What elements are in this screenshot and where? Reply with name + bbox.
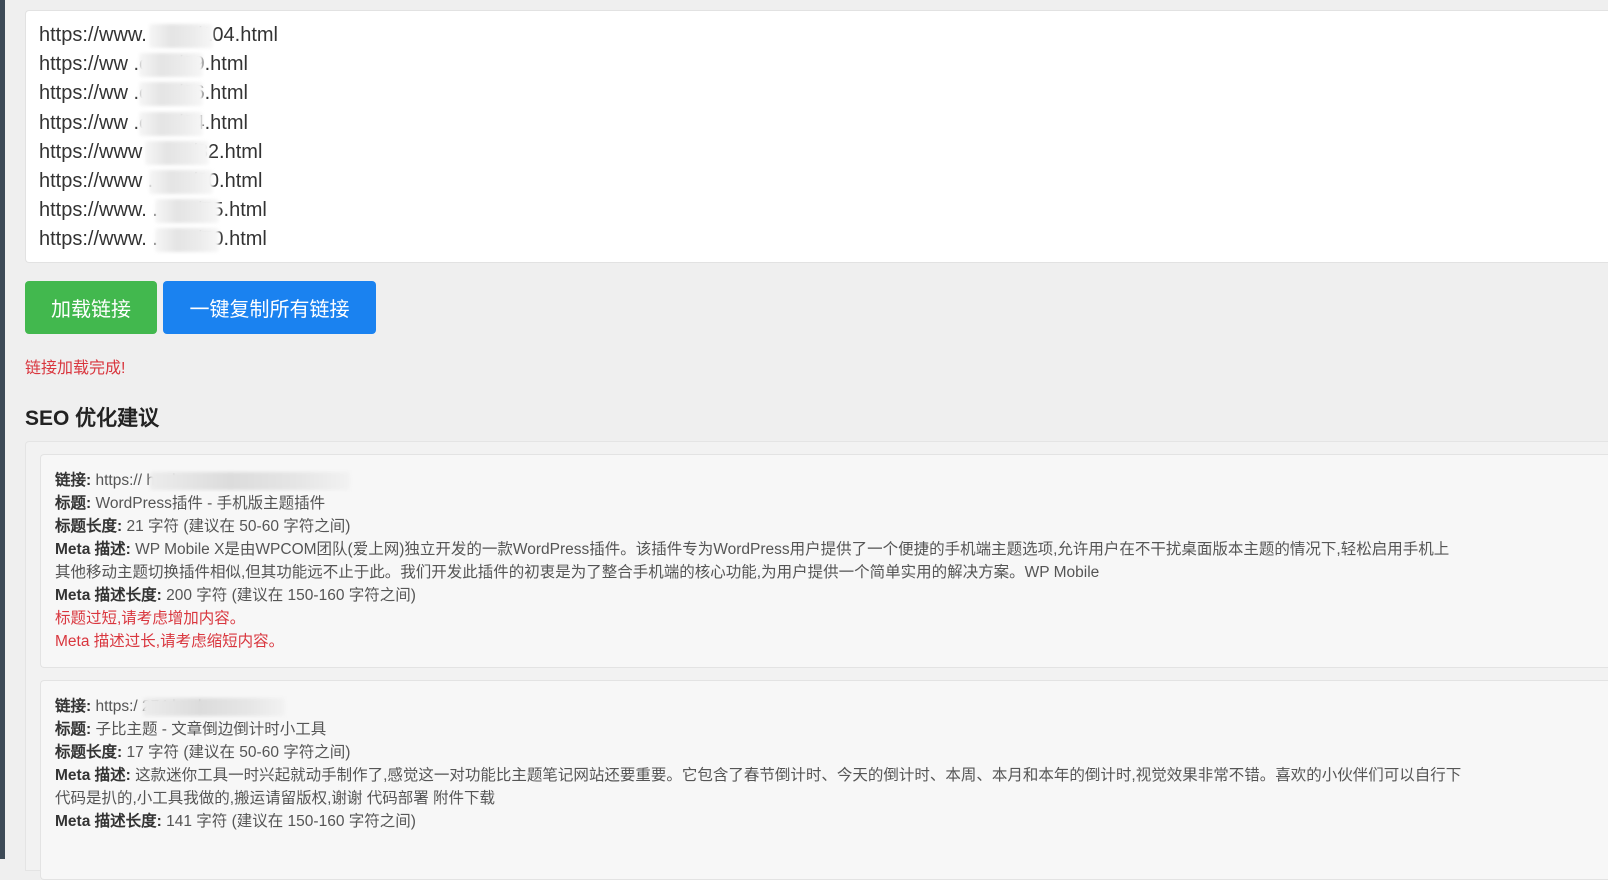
meta-length-label: Meta 描述长度: <box>55 813 162 830</box>
redaction-blur <box>143 698 285 716</box>
redaction-blur <box>155 199 219 224</box>
result-meta-desc-row-2: 其他移动主题切换插件相似,但其功能远不止于此。我们开发此插件的初衷是为了整合手机… <box>55 561 1608 584</box>
title-value: WordPress插件 - 手机版主题插件 <box>95 495 326 512</box>
page: https://www. .com/104.html https://ww .c… <box>25 0 1608 880</box>
meta-desc-label: Meta 描述: <box>55 541 131 558</box>
warning-title-short: 标题过短,请考虑增加内容。 <box>55 610 246 627</box>
title-length-value: 17 字符 (建议在 50-60 字符之间) <box>126 744 351 761</box>
seo-section-title: SEO 优化建议 <box>25 407 160 430</box>
url-list-textarea[interactable]: https://www. .com/104.html https://ww .c… <box>25 10 1608 263</box>
result-meta-desc-row: Meta 描述: WP Mobile X是由WPCOM团队(爱上网)独立开发的一… <box>55 538 1608 561</box>
title-length-label: 标题长度: <box>55 518 123 535</box>
copy-all-links-button[interactable]: 一键复制所有链接 <box>163 281 376 334</box>
title-length-label: 标题长度: <box>55 744 123 761</box>
result-link-row: 链接: https:// html <box>55 469 1608 492</box>
title-length-value: 21 字符 (建议在 50-60 字符之间) <box>126 518 351 535</box>
url-list-line: https://ww .com/99.html <box>39 50 1608 79</box>
meta-length-label: Meta 描述长度: <box>55 587 162 604</box>
redaction-blur <box>139 82 203 107</box>
url-list-line: https://ww .com/96.html <box>39 79 1608 108</box>
meta-length-value: 141 字符 (建议在 150-160 字符之间) <box>166 813 416 830</box>
meta-desc-label: Meta 描述: <box>55 767 131 784</box>
result-meta-length-row: Meta 描述长度: 200 字符 (建议在 150-160 字符之间) <box>55 584 1608 607</box>
seo-result-card: 链接: https:// html 标题: WordPress插件 - 手机版主… <box>40 454 1608 668</box>
redaction-blur <box>139 53 203 78</box>
result-meta-desc-row-2: 代码是扒的,小工具我做的,搬运请留版权,谢谢 代码部署 附件下载 <box>55 787 1608 810</box>
redaction-blur <box>149 170 213 195</box>
redaction-blur <box>145 140 209 165</box>
redaction-blur <box>139 111 203 136</box>
load-links-button[interactable]: 加载链接 <box>25 281 157 334</box>
result-meta-desc-row: Meta 描述: 这款迷你工具一时兴起就动手制作了,感觉这一对功能比主题笔记网站… <box>55 764 1608 787</box>
seo-result-card: 链接: https:/ 274.html 标题: 子比主题 - 文章倒边倒计时小… <box>40 680 1608 880</box>
url-list-line: https://ww .com/94.html <box>39 109 1608 138</box>
result-title-row: 标题: 子比主题 - 文章倒边倒计时小工具 <box>55 718 1608 741</box>
title-label: 标题: <box>55 721 92 738</box>
result-title-row: 标题: WordPress插件 - 手机版主题插件 <box>55 492 1608 515</box>
link-label: 链接: <box>55 698 92 715</box>
result-title-length-row: 标题长度: 17 字符 (建议在 50-60 字符之间) <box>55 741 1608 764</box>
url-text: https://www. .com/70.html <box>39 228 267 251</box>
result-meta-length-row: Meta 描述长度: 141 字符 (建议在 150-160 字符之间) <box>55 810 1608 833</box>
url-text: https://www. .com/75.html <box>39 199 267 222</box>
title-value: 子比主题 - 文章倒边倒计时小工具 <box>95 721 327 738</box>
url-list-line: https://www. .com/75.html <box>39 196 1608 225</box>
url-list-line: https://www .com/82.html <box>39 138 1608 167</box>
warning-meta-long: Meta 描述过长,请考虑缩短内容。 <box>55 633 285 650</box>
result-link-row: 链接: https:/ 274.html <box>55 695 1608 718</box>
meta-length-value: 200 字符 (建议在 150-160 字符之间) <box>166 587 416 604</box>
meta-desc-value: WP Mobile X是由WPCOM团队(爱上网)独立开发的一款WordPres… <box>135 541 1450 558</box>
action-button-row: 加载链接 一键复制所有链接 <box>25 281 1608 334</box>
meta-desc-value-cont: 其他移动主题切换插件相似,但其功能远不止于此。我们开发此插件的初衷是为了整合手机… <box>55 564 1100 581</box>
result-title-length-row: 标题长度: 21 字符 (建议在 50-60 字符之间) <box>55 515 1608 538</box>
seo-results-panel: 链接: https:// html 标题: WordPress插件 - 手机版主… <box>25 441 1608 880</box>
window-edge <box>0 0 5 859</box>
redaction-blur <box>150 472 350 490</box>
status-message: 链接加载完成! <box>25 360 126 377</box>
redaction-blur <box>149 24 213 48</box>
url-list-line: https://www .com/80.html <box>39 167 1608 196</box>
title-label: 标题: <box>55 495 92 512</box>
link-label: 链接: <box>55 472 92 489</box>
meta-desc-value-cont: 代码是扒的,小工具我做的,搬运请留版权,谢谢 代码部署 附件下载 <box>55 790 496 807</box>
redaction-blur <box>155 228 219 253</box>
meta-desc-value: 这款迷你工具一时兴起就动手制作了,感觉这一对功能比主题笔记网站还要重要。它包含了… <box>135 767 1462 784</box>
url-list-line: https://www. .com/104.html <box>39 21 1608 50</box>
url-list-line: https://www. .com/70.html <box>39 225 1608 254</box>
